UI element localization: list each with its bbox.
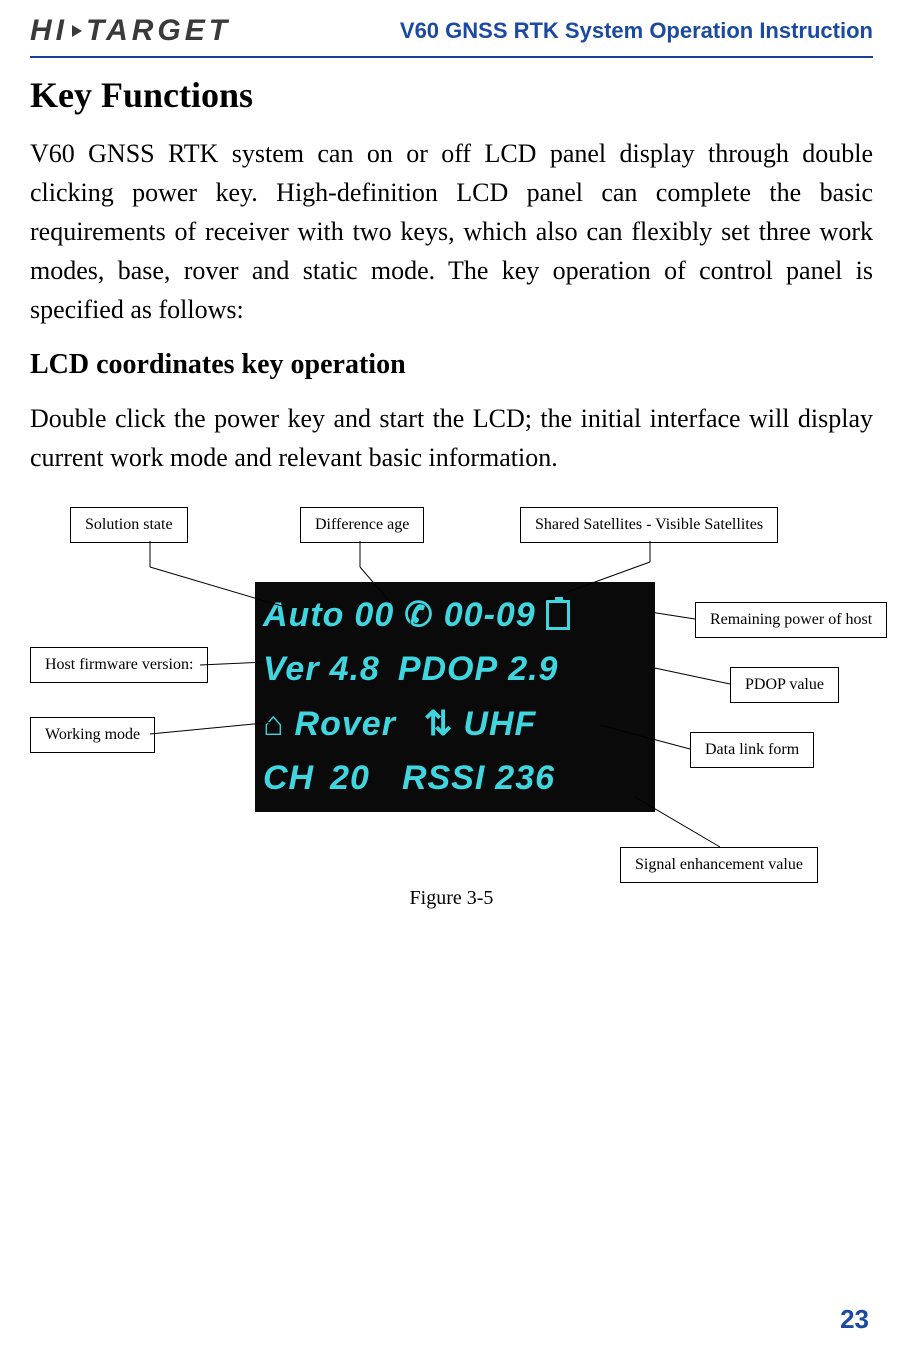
- figure-caption: Figure 3-5: [30, 887, 873, 910]
- section-title: Key Functions: [30, 74, 873, 116]
- callout-solution-state: Solution state: [70, 507, 188, 543]
- document-title: V60 GNSS RTK System Operation Instructio…: [400, 18, 873, 44]
- triangle-icon: [72, 25, 82, 37]
- brand-suffix: TARGET: [86, 14, 231, 48]
- lcd-diagram: Solution state Difference age Shared Sat…: [30, 507, 873, 977]
- paragraph-1: V60 GNSS RTK system can on or off LCD pa…: [30, 134, 873, 329]
- callout-signal-enhancement: Signal enhancement value: [620, 847, 818, 883]
- antenna-icon: ✆: [404, 595, 434, 635]
- paragraph-2: Double click the power key and start the…: [30, 399, 873, 477]
- document-page: HI TARGET V60 GNSS RTK System Operation …: [0, 0, 903, 1365]
- callout-remaining-power: Remaining power of host: [695, 602, 887, 638]
- lcd-rssi-label: RSSI: [402, 759, 485, 798]
- callout-firmware-version: Host firmware version:: [30, 647, 208, 683]
- page-number: 23: [840, 1304, 869, 1335]
- page-header: HI TARGET V60 GNSS RTK System Operation …: [30, 0, 873, 58]
- callout-working-mode: Working mode: [30, 717, 155, 753]
- lcd-ch-label: CH: [263, 759, 314, 798]
- lcd-screen: Auto 00 ✆ 00-09 Ver 4.8 PDOP 2.9 ⌂ Rover…: [255, 582, 655, 812]
- brand-logo: HI TARGET: [30, 14, 231, 48]
- lcd-ch-value: 20: [330, 759, 370, 798]
- lcd-row-2: Ver 4.8 PDOP 2.9: [263, 643, 647, 698]
- callout-difference-age: Difference age: [300, 507, 424, 543]
- lcd-pdop-label: PDOP: [398, 650, 498, 689]
- lcd-difference-age: 00: [354, 596, 394, 635]
- subsection-title: LCD coordinates key operation: [30, 349, 873, 381]
- lcd-row-4: CH 20 RSSI 236: [263, 752, 647, 807]
- battery-icon: [546, 600, 570, 630]
- lcd-ver-value: 4.8: [330, 650, 380, 689]
- callout-pdop-value: PDOP value: [730, 667, 839, 703]
- lcd-row-3: ⌂ Rover ⇅ UHF: [263, 697, 647, 752]
- callout-data-link: Data link form: [690, 732, 814, 768]
- home-icon: ⌂: [263, 705, 285, 744]
- link-icon: ⇅: [424, 704, 454, 744]
- lcd-data-link: UHF: [463, 705, 536, 744]
- lcd-satellites: 00-09: [444, 596, 536, 635]
- lcd-pdop-value: 2.9: [508, 650, 558, 689]
- lcd-working-mode: Rover: [295, 705, 396, 744]
- lcd-ver-label: Ver: [263, 650, 320, 689]
- lcd-row-1: Auto 00 ✆ 00-09: [263, 588, 647, 643]
- lcd-rssi-value: 236: [495, 759, 555, 798]
- callout-shared-satellites: Shared Satellites - Visible Satellites: [520, 507, 778, 543]
- lcd-solution-state: Auto: [263, 596, 344, 635]
- brand-prefix: HI: [30, 14, 68, 48]
